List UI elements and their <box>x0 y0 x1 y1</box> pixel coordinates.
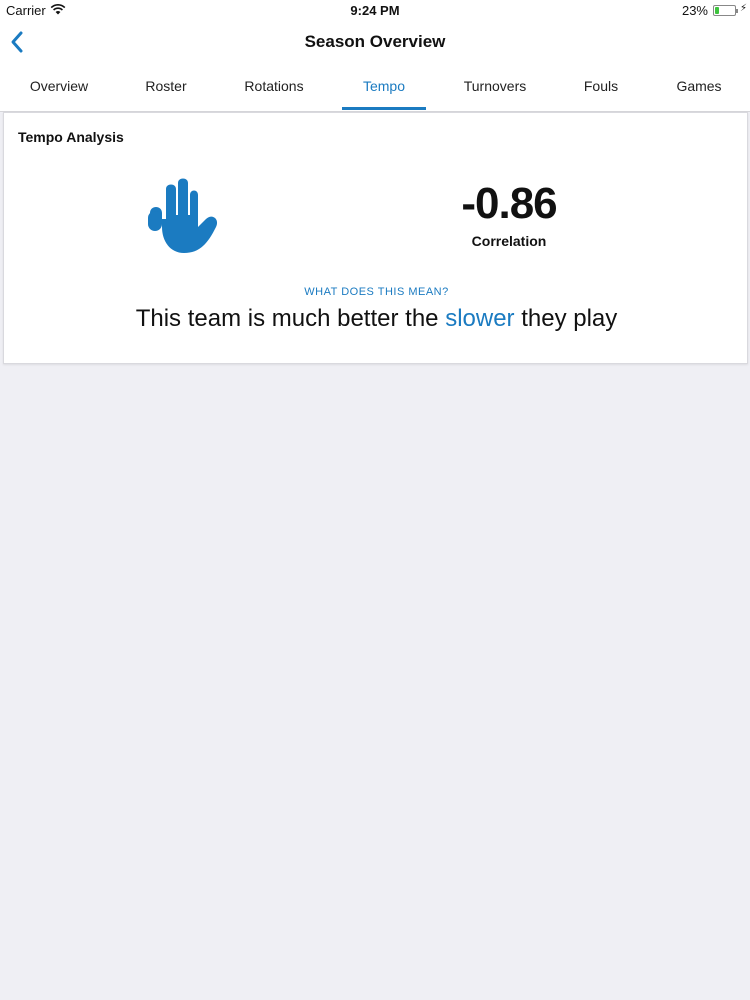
tab-games[interactable]: Games <box>664 64 734 110</box>
battery-percent: 23% <box>681 3 708 18</box>
active-tab-indicator <box>342 107 426 110</box>
top-bar: Carrier 9:24 PM 23% ⚡ Season Overview Ov… <box>0 0 750 112</box>
tab-tempo[interactable]: Tempo <box>342 64 426 110</box>
card-title: Tempo Analysis <box>18 129 124 145</box>
tab-bar: Overview Roster Rotations Tempo Turnover… <box>0 64 750 112</box>
tab-roster[interactable]: Roster <box>126 64 206 110</box>
tab-turnovers[interactable]: Turnovers <box>450 64 540 110</box>
page-title: Season Overview <box>304 32 446 51</box>
charging-bolt-icon: ⚡ <box>739 3 747 14</box>
summary-text-before: This team is much better the <box>135 305 446 332</box>
tab-overview[interactable]: Overview <box>14 64 104 110</box>
status-bar: Carrier 9:24 PM 23% ⚡ <box>0 0 750 20</box>
correlation-value: -0.86 <box>461 179 557 228</box>
navigation-bar: Season Overview <box>0 22 750 62</box>
tab-rotations[interactable]: Rotations <box>229 64 319 110</box>
hand-stop-icon <box>148 178 218 253</box>
summary-text-after: they play <box>514 305 618 332</box>
battery-icon <box>713 5 738 16</box>
tab-fouls[interactable]: Fouls <box>566 64 636 110</box>
tempo-analysis-card: Tempo Analysis -0.86 Correlation WHAT DO… <box>3 112 748 364</box>
tempo-summary: This team is much better the slower they… <box>4 305 749 333</box>
correlation-label: Correlation <box>471 233 547 249</box>
what-does-this-mean-link[interactable]: WHAT DOES THIS MEAN? <box>4 286 749 298</box>
summary-highlight: slower <box>445 305 515 332</box>
clock: 9:24 PM <box>350 3 400 18</box>
